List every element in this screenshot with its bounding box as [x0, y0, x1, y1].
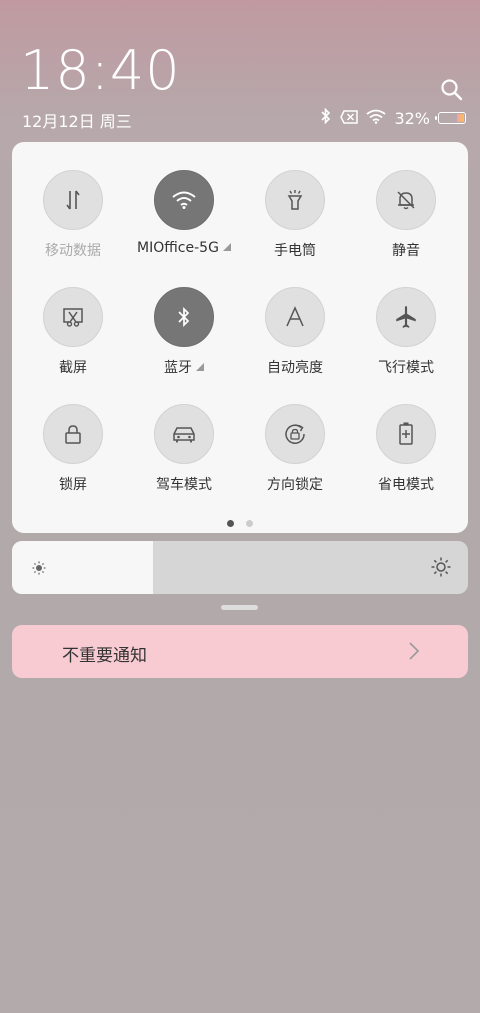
expand-triangle-icon[interactable]: [196, 363, 204, 371]
drag-handle[interactable]: [221, 605, 258, 610]
tile-label: 方向锁定: [267, 477, 323, 493]
tile-label: 自动亮度: [267, 360, 323, 376]
car-icon: [154, 404, 214, 464]
tile-label: 省电模式: [378, 477, 434, 493]
battery-percent: 32%: [394, 108, 430, 128]
tile-mute[interactable]: 静音: [351, 170, 461, 260]
bluetooth-icon: [154, 287, 214, 347]
battery-saver-icon: [376, 404, 436, 464]
notification-label: 不重要通知: [62, 646, 147, 666]
mute-bell-icon: [376, 170, 436, 230]
tile-label: 飞行模式: [378, 360, 434, 376]
brightness-low-icon: [32, 560, 46, 579]
page-indicator: [12, 520, 468, 527]
tile-label: 手电筒: [274, 243, 316, 259]
tile-rotation-lock[interactable]: 方向锁定: [240, 404, 350, 494]
tile-driving-mode[interactable]: 驾车模式: [129, 404, 239, 494]
rotation-lock-icon: [265, 404, 325, 464]
tile-mobile-data[interactable]: 移动数据: [18, 170, 128, 260]
page-dot-2[interactable]: [246, 520, 253, 527]
tile-wifi[interactable]: MIOffice-5G: [129, 170, 239, 256]
date-text: 12月12日 周三: [22, 112, 132, 131]
quick-settings-panel: 移动数据 MIOffice-5G 手电筒 静音 截屏 蓝牙 自动亮度 飞行模式 …: [12, 142, 468, 533]
tile-label: 驾车模式: [156, 477, 212, 493]
chevron-right-icon: [408, 641, 420, 665]
tile-lock-screen[interactable]: 锁屏: [18, 404, 128, 494]
tile-label: 静音: [392, 243, 420, 259]
tile-bluetooth[interactable]: 蓝牙: [129, 287, 239, 377]
tile-flashlight[interactable]: 手电筒: [240, 170, 350, 260]
lock-icon: [43, 404, 103, 464]
screenshot-icon: [43, 287, 103, 347]
bluetooth-status-icon: [320, 107, 332, 128]
auto-brightness-icon: [265, 287, 325, 347]
bluetooth-label: 蓝牙: [164, 360, 192, 376]
flashlight-icon: [265, 170, 325, 230]
tile-label: 截屏: [59, 360, 87, 376]
tile-auto-brightness[interactable]: 自动亮度: [240, 287, 350, 377]
tile-screenshot[interactable]: 截屏: [18, 287, 128, 377]
brightness-high-icon: [431, 557, 451, 581]
tile-battery-saver[interactable]: 省电模式: [351, 404, 461, 494]
tile-label: 锁屏: [59, 477, 87, 493]
battery-icon: [435, 112, 466, 124]
wifi-icon: [154, 170, 214, 230]
mobile-data-icon: [43, 170, 103, 230]
tile-label-wifi: MIOffice-5G: [129, 240, 239, 256]
status-bar: 32%: [320, 107, 466, 128]
expand-triangle-icon[interactable]: [222, 243, 231, 251]
page-dot-1[interactable]: [227, 520, 234, 527]
tile-airplane[interactable]: 飞行模式: [351, 287, 461, 377]
search-icon[interactable]: [440, 78, 464, 102]
tile-label-bluetooth: 蓝牙: [129, 357, 239, 377]
wifi-network-name: MIOffice-5G: [137, 240, 219, 256]
tile-label: 移动数据: [45, 243, 101, 259]
no-sim-icon: [340, 109, 359, 128]
brightness-slider[interactable]: [12, 541, 468, 594]
clock-time: 18:40: [20, 39, 181, 102]
airplane-icon: [376, 287, 436, 347]
wifi-status-icon: [366, 109, 386, 128]
unimportant-notifications-row[interactable]: 不重要通知: [12, 625, 468, 678]
